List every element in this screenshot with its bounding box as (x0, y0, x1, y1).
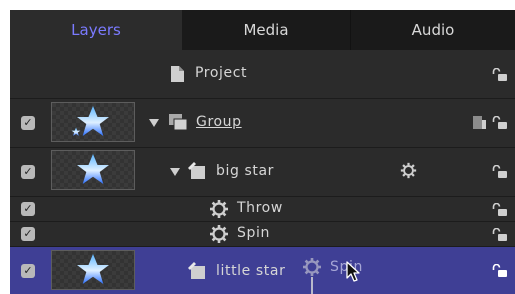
group-visibility-checkbox[interactable]: ✓ (21, 116, 35, 130)
tab-layers[interactable]: Layers (10, 10, 182, 50)
unlocked-padlock-icon[interactable] (492, 264, 508, 277)
stacked-layers-icon (169, 114, 188, 131)
layers-panel: Layers Media Audio Project ✓ Group ✓ big… (10, 10, 515, 294)
spin-enable-checkbox[interactable]: ✓ (21, 227, 35, 241)
star-thumbnail-image (77, 254, 109, 284)
spin-label: Spin (237, 225, 270, 241)
small-star-thumbnail-image (71, 127, 81, 136)
throw-enable-checkbox[interactable]: ✓ (21, 202, 35, 216)
unlocked-padlock-icon[interactable] (492, 203, 508, 216)
big-star-visibility-checkbox[interactable]: ✓ (21, 165, 35, 179)
little-star-label: little star (216, 263, 286, 279)
gear-icon (303, 258, 321, 276)
disclosure-triangle-icon[interactable] (149, 119, 159, 127)
unlocked-padlock-icon[interactable] (492, 116, 508, 129)
project-label: Project (195, 65, 248, 81)
unlocked-padlock-icon[interactable] (492, 228, 508, 241)
unlocked-padlock-icon[interactable] (492, 68, 508, 81)
little-star-thumbnail (51, 250, 135, 290)
unlocked-padlock-icon[interactable] (492, 165, 508, 178)
throw-behavior-row[interactable]: ✓ Throw (10, 197, 515, 221)
big-star-row[interactable]: ✓ big star (10, 148, 515, 196)
star-thumbnail-image (77, 154, 109, 184)
project-row[interactable]: Project (10, 50, 515, 98)
layer-object-icon (188, 162, 205, 179)
tab-media[interactable]: Media (182, 10, 350, 50)
group-label: Group (196, 114, 242, 130)
little-star-row[interactable]: ✓ little star Spin (10, 247, 515, 294)
group-row[interactable]: ✓ Group (10, 99, 515, 147)
spin-behavior-row[interactable]: ✓ Spin (10, 222, 515, 246)
layer-object-icon (188, 262, 205, 279)
big-star-label: big star (216, 163, 275, 179)
gear-icon (210, 225, 228, 243)
gear-icon[interactable] (400, 162, 417, 179)
arrow-cursor-icon (346, 261, 360, 282)
group-type-icon[interactable] (473, 116, 486, 129)
tab-audio[interactable]: Audio (351, 10, 515, 50)
throw-label: Throw (237, 200, 283, 216)
document-icon (171, 66, 184, 82)
tab-bar: Layers Media Audio (10, 10, 515, 50)
little-star-visibility-checkbox[interactable]: ✓ (21, 264, 35, 278)
gear-icon (210, 200, 228, 218)
group-thumbnail (51, 102, 135, 142)
drop-indicator-line (311, 277, 313, 294)
big-star-thumbnail (51, 150, 135, 190)
disclosure-triangle-icon[interactable] (170, 168, 180, 176)
